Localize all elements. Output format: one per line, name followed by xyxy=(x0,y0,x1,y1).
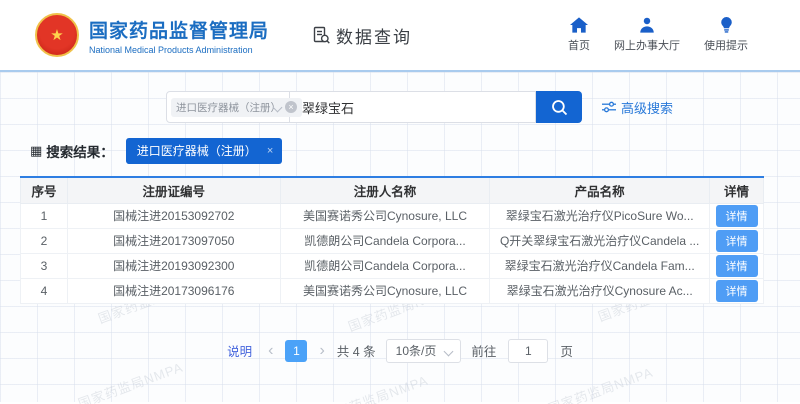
goto-prefix-label: 前往 xyxy=(471,341,496,360)
col-index: 序号 xyxy=(21,177,68,203)
site-subtitle: National Medical Products Administration xyxy=(89,45,269,55)
nav-usage-tips[interactable]: 使用提示 xyxy=(704,17,748,53)
watermark: 国家药监局NMPA xyxy=(320,370,430,404)
lightbulb-icon xyxy=(719,17,734,33)
col-cert-number: 注册证编号 xyxy=(67,177,280,203)
nav-home-label: 首页 xyxy=(568,37,590,53)
page-size-select[interactable]: 10条/页 xyxy=(386,339,462,363)
col-detail: 详情 xyxy=(710,177,764,203)
header: ★ 国家药品监督管理局 National Medical Products Ad… xyxy=(0,0,800,72)
document-search-icon xyxy=(311,25,331,45)
prev-page-icon[interactable]: ‹ xyxy=(266,343,275,359)
total-count-label: 共 4 条 xyxy=(337,341,376,360)
search-button[interactable] xyxy=(536,91,582,123)
content: 国家药监局NMPA 国家药监局NMPA 国家药监局NMPA 国家药监局NMPA … xyxy=(0,72,800,402)
table-row: 3 国械注进20193092300 凯德朗公司Candela Corpora..… xyxy=(21,253,764,278)
pagination: 说明 ‹ 1 › 共 4 条 10条/页 前往 页 xyxy=(0,339,800,363)
goto-page-input[interactable] xyxy=(508,339,548,363)
cell-index: 4 xyxy=(21,278,68,303)
nav-home[interactable]: 首页 xyxy=(568,17,590,53)
table-header: 序号 注册证编号 注册人名称 产品名称 详情 xyxy=(21,177,764,203)
filter-tag-label: 进口医疗器械（注册） xyxy=(137,142,257,159)
filter-tag-close-icon[interactable]: × xyxy=(267,145,273,157)
site-title: 国家药品监督管理局 xyxy=(89,16,269,43)
detail-button[interactable]: 详情 xyxy=(716,255,758,277)
watermark: 国家药监局NMPA xyxy=(75,357,185,404)
cell-index: 2 xyxy=(21,228,68,253)
page: ★ 国家药品监督管理局 National Medical Products Ad… xyxy=(0,0,800,404)
col-registrant: 注册人名称 xyxy=(280,177,490,203)
data-query-title: 数据查询 xyxy=(311,23,412,48)
note-link[interactable]: 说明 xyxy=(227,341,252,360)
cell-detail: 详情 xyxy=(710,278,764,303)
search-input[interactable] xyxy=(290,91,536,123)
results-label: 搜索结果： xyxy=(46,141,114,161)
next-page-icon[interactable]: › xyxy=(317,343,326,359)
advanced-search-label: 高级搜索 xyxy=(621,98,673,117)
brand: 国家药品监督管理局 National Medical Products Admi… xyxy=(89,16,269,55)
cell-index: 1 xyxy=(21,203,68,228)
home-icon xyxy=(570,17,588,33)
cell-detail: 详情 xyxy=(710,228,764,253)
header-nav: 首页 网上办事大厅 使用提示 xyxy=(568,17,748,53)
nav-service-hall-label: 网上办事大厅 xyxy=(614,37,680,53)
search-bar: 进口医疗器械（注册） × 高级搜索 xyxy=(0,72,800,123)
goto-suffix-label: 页 xyxy=(560,341,573,360)
table-row: 1 国械注进20153092702 美国赛诺秀公司Cynosure, LLC 翠… xyxy=(21,203,764,228)
page-size-value: 10条/页 xyxy=(396,342,437,359)
cell-index: 3 xyxy=(21,253,68,278)
table-body: 1 国械注进20153092702 美国赛诺秀公司Cynosure, LLC 翠… xyxy=(21,203,764,303)
detail-button[interactable]: 详情 xyxy=(716,230,758,252)
nav-service-hall[interactable]: 网上办事大厅 xyxy=(614,17,680,53)
category-tag-close-icon[interactable]: × xyxy=(285,101,297,113)
col-product: 产品名称 xyxy=(490,177,710,203)
table-header-row: 序号 注册证编号 注册人名称 产品名称 详情 xyxy=(21,177,764,203)
cell-detail: 详情 xyxy=(710,253,764,278)
cell-product: Q开关翠绿宝石激光治疗仪Candela ... xyxy=(490,228,710,253)
cell-registrant: 美国赛诺秀公司Cynosure, LLC xyxy=(280,278,490,303)
table-row: 4 国械注进20173096176 美国赛诺秀公司Cynosure, LLC 翠… xyxy=(21,278,764,303)
cell-product: 翠绿宝石激光治疗仪Cynosure Ac... xyxy=(490,278,710,303)
detail-button[interactable]: 详情 xyxy=(716,205,758,227)
watermark: 国家药监局NMPA xyxy=(545,362,655,404)
cell-registrant: 凯德朗公司Candela Corpora... xyxy=(280,228,490,253)
category-select[interactable]: 进口医疗器械（注册） × xyxy=(166,91,290,123)
user-icon xyxy=(638,17,656,33)
nav-usage-tips-label: 使用提示 xyxy=(704,37,748,53)
detail-button[interactable]: 详情 xyxy=(716,280,758,302)
cell-detail: 详情 xyxy=(710,203,764,228)
emblem-star-icon: ★ xyxy=(50,28,63,43)
search-icon xyxy=(550,98,569,117)
search-results-bar: ▦ 搜索结果： 进口医疗器械（注册） × xyxy=(0,138,800,164)
cell-registrant: 凯德朗公司Candela Corpora... xyxy=(280,253,490,278)
advanced-search-link[interactable]: 高级搜索 xyxy=(602,98,673,117)
cell-cert-number: 国械注进20173097050 xyxy=(67,228,280,253)
search-box: 进口医疗器械（注册） × xyxy=(166,91,582,123)
category-tag-label: 进口医疗器械（注册） xyxy=(176,100,281,115)
grid-icon: ▦ xyxy=(30,143,42,159)
cell-cert-number: 国械注进20193092300 xyxy=(67,253,280,278)
results-table: 序号 注册证编号 注册人名称 产品名称 详情 1 国械注进20153092702… xyxy=(20,176,764,304)
page-number-active[interactable]: 1 xyxy=(285,340,307,362)
app-name-label: 数据查询 xyxy=(336,23,412,48)
table-row: 2 国械注进20173097050 凯德朗公司Candela Corpora..… xyxy=(21,228,764,253)
cell-registrant: 美国赛诺秀公司Cynosure, LLC xyxy=(280,203,490,228)
chevron-down-icon xyxy=(444,346,454,356)
cell-product: 翠绿宝石激光治疗仪PicoSure Wo... xyxy=(490,203,710,228)
cell-cert-number: 国械注进20173096176 xyxy=(67,278,280,303)
national-emblem-logo: ★ xyxy=(35,13,79,57)
cell-cert-number: 国械注进20153092702 xyxy=(67,203,280,228)
sliders-icon xyxy=(602,101,616,113)
cell-product: 翠绿宝石激光治疗仪Candela Fam... xyxy=(490,253,710,278)
active-filter-tag[interactable]: 进口医疗器械（注册） × xyxy=(126,138,282,164)
